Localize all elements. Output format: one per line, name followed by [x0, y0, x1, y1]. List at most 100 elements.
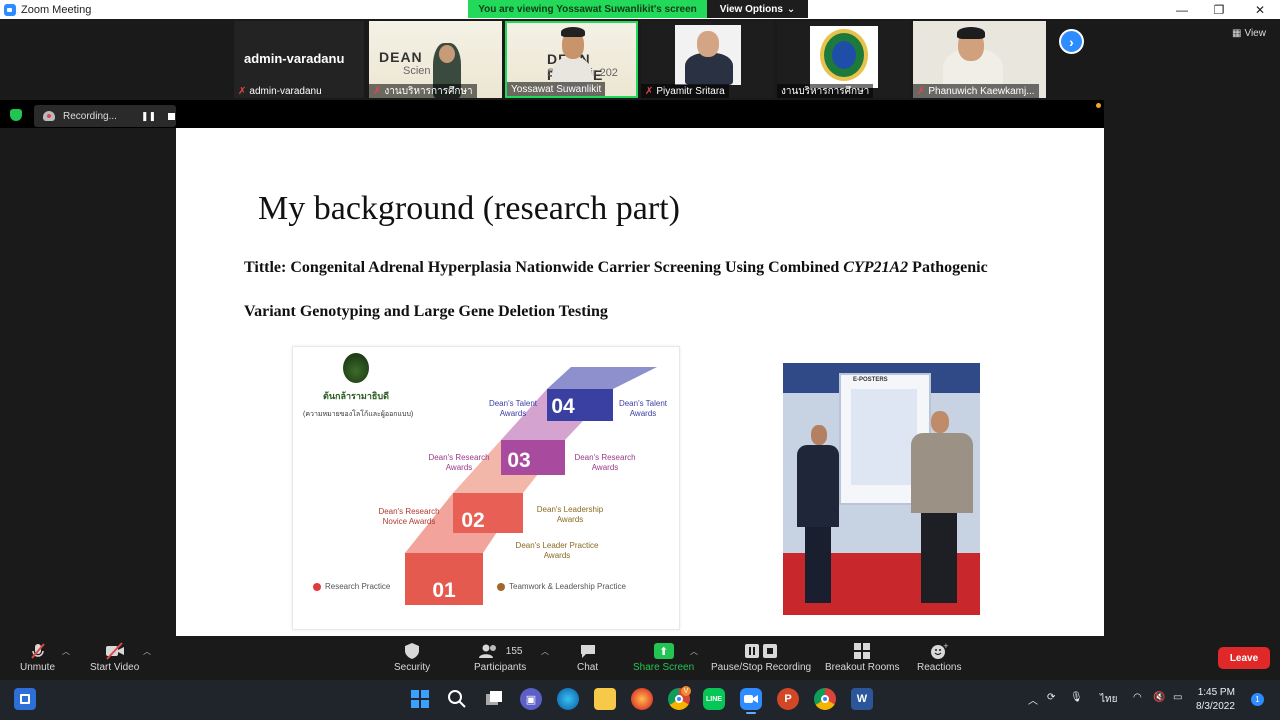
chevron-down-icon: ⌄: [786, 3, 796, 15]
restore-button[interactable]: ❐: [1199, 0, 1239, 19]
stop-recording-icon[interactable]: [168, 112, 176, 120]
active-app-indicator: [746, 712, 756, 714]
share-screen-button[interactable]: ⬆ Share Screen: [633, 640, 694, 673]
video-off-icon: [104, 640, 126, 662]
sync-icon[interactable]: ⟳: [1047, 692, 1055, 703]
clock-date: 8/3/2022: [1196, 701, 1235, 712]
grid-icon: ▦: [1232, 28, 1242, 39]
participant-tile-admin[interactable]: admin-varadanu ✗ admin-varadanu: [234, 21, 364, 98]
unmute-button[interactable]: Unmute: [20, 640, 55, 673]
participant-tile-admin-office[interactable]: DEAN Scien ✗ งานบริหารการศึกษา: [369, 21, 502, 98]
step-04-left-label: Dean's Talent Awards: [488, 399, 538, 418]
pause-recording-icon[interactable]: ❚❚: [141, 111, 156, 122]
recording-indicator: Recording... ❚❚: [34, 105, 176, 127]
participant-name-label: งานบริหารการศึกษา: [777, 84, 874, 98]
step-03-left-label: Dean's Research Awards: [428, 453, 490, 472]
pause-stop-recording-button[interactable]: Pause/Stop Recording: [711, 640, 811, 673]
participants-options-chevron-icon[interactable]: ︿: [541, 646, 549, 657]
unmute-label: Unmute: [20, 662, 56, 673]
chrome-second-window-icon[interactable]: [814, 688, 836, 710]
microphone-icon[interactable]: 🎙: [1070, 692, 1083, 703]
notification-badge[interactable]: 1: [1251, 693, 1264, 706]
chrome-profile-badge: V: [681, 686, 691, 696]
mic-muted-icon: ✗: [373, 85, 382, 97]
step-04-number: 04: [551, 395, 575, 418]
line-app-icon[interactable]: LINE: [703, 688, 725, 710]
keyboard-language[interactable]: ไทย: [1100, 692, 1117, 707]
step-02-number: 02: [461, 509, 485, 532]
participants-count: 155: [505, 645, 523, 657]
mic-muted-icon: ✗: [238, 85, 247, 97]
reactions-button[interactable]: + Reactions: [917, 640, 961, 673]
minimize-button[interactable]: —: [1162, 0, 1202, 19]
shared-screen-slide: My background (research part) Tittle: Co…: [176, 128, 1104, 636]
battery-icon[interactable]: ▭: [1173, 692, 1182, 703]
view-options-button[interactable]: View Options ⌄: [707, 0, 808, 18]
task-view-icon[interactable]: [483, 688, 505, 710]
slide-title-line2: Variant Genotyping and Large Gene Deleti…: [244, 303, 608, 320]
participant-tile-phanuwich[interactable]: ✗ Phanuwich Kaewkamj...: [913, 21, 1046, 98]
participant-tile-admin-office-2[interactable]: งานบริหารการศึกษา: [777, 21, 910, 98]
share-screen-icon: ⬆: [653, 643, 674, 659]
view-label: View: [1244, 28, 1266, 39]
slide-heading: My background (research part): [258, 190, 680, 227]
step-03-number: 03: [507, 449, 531, 472]
teams-chat-icon[interactable]: ▣: [520, 688, 542, 710]
zoom-app-icon[interactable]: [740, 688, 762, 710]
step-03-right-label: Dean's Research Awards: [574, 453, 636, 472]
event-photo: E-POSTERS: [783, 363, 980, 615]
participant-name: Phanuwich Kaewkamj...: [928, 85, 1035, 97]
next-page-icon[interactable]: ›: [1059, 29, 1084, 54]
participant-face: [697, 31, 719, 57]
university-seal-center: [832, 41, 856, 69]
participant-name: งานบริหารการศึกษา: [384, 85, 473, 97]
leave-button[interactable]: Leave: [1218, 647, 1270, 669]
word-icon[interactable]: W: [851, 688, 873, 710]
participant-name-label: ✗ Phanuwich Kaewkamj...: [913, 84, 1039, 98]
participant-hair: [957, 27, 985, 39]
step-04-ramp: [547, 367, 657, 389]
edge-browser-icon[interactable]: [557, 688, 579, 710]
video-options-chevron-icon[interactable]: ︿: [143, 646, 151, 657]
chat-button[interactable]: Chat: [577, 640, 598, 673]
system-clock[interactable]: 1:45 PM 8/3/2022: [1196, 686, 1235, 714]
participant-display-name: admin-varadanu: [244, 51, 345, 66]
powerpoint-icon[interactable]: P: [777, 688, 799, 710]
file-explorer-icon[interactable]: [594, 688, 616, 710]
teamwork-bullet-icon: [497, 583, 505, 591]
firefox-icon[interactable]: [631, 688, 653, 710]
award-stairs-figure: ต้นกล้ารามาธิบดี (ความหมายของโลโก้และผู้…: [292, 346, 680, 630]
start-video-label: Start Video: [90, 662, 140, 673]
step-01-right-label: Teamwork & Leadership Practice: [509, 582, 626, 591]
breakout-rooms-icon: [853, 640, 871, 662]
participant-name: admin-varadanu: [249, 85, 322, 97]
shield-icon[interactable]: [10, 109, 22, 121]
tray-expand-icon[interactable]: ︿: [1028, 692, 1038, 707]
view-button[interactable]: ▦ View: [1232, 28, 1266, 39]
start-menu-icon[interactable]: [409, 688, 431, 710]
participants-button[interactable]: 155 Participants: [474, 640, 526, 673]
smiley-icon: +: [930, 640, 948, 662]
wifi-icon[interactable]: ◠: [1133, 692, 1142, 703]
slide-title-prefix: Tittle: Congenital Adrenal Hyperplasia N…: [244, 259, 844, 276]
close-button[interactable]: ✕: [1240, 0, 1280, 19]
poster-board-sign: E-POSTERS: [853, 377, 888, 383]
share-options-chevron-icon[interactable]: ︿: [690, 646, 698, 657]
mic-muted-icon: ✗: [917, 85, 926, 97]
taskbar-widget-icon[interactable]: [14, 688, 36, 710]
search-icon[interactable]: [446, 688, 468, 710]
step-02-left-label: Dean's Research Novice Awards: [378, 507, 440, 526]
participant-tile-yossawat[interactable]: DEAN PARTIE Scien Fair 202 Yossawat Suwa…: [505, 21, 638, 98]
participant-hair: [561, 27, 585, 37]
start-video-button[interactable]: Start Video: [90, 640, 139, 673]
breakout-rooms-button[interactable]: Breakout Rooms: [825, 640, 899, 673]
participant-tile-piyamitr[interactable]: ✗ Piyamitr Sritara: [641, 21, 774, 98]
share-screen-label: Share Screen: [633, 662, 695, 673]
speaker-muted-icon[interactable]: 🔇: [1153, 692, 1165, 703]
poster-sheet: [851, 389, 917, 485]
participant-name-label: ✗ งานบริหารการศึกษา: [369, 84, 477, 98]
person-right-legs: [921, 513, 957, 603]
audio-options-chevron-icon[interactable]: ︿: [62, 646, 70, 657]
participant-name: งานบริหารการศึกษา: [781, 85, 870, 97]
security-button[interactable]: Security: [394, 640, 430, 673]
